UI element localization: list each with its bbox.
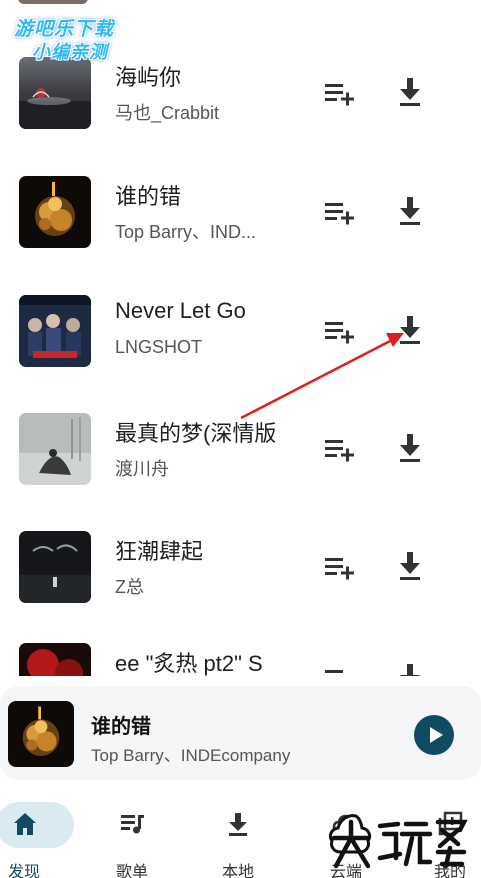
nav-label: 歌单: [115, 864, 148, 878]
download-icon[interactable]: [395, 75, 425, 109]
album-cover: [19, 176, 91, 248]
nav-label: 云端: [329, 864, 362, 878]
add-to-queue-icon[interactable]: [322, 79, 358, 109]
song-title: ee "炙热 pt2" S: [115, 651, 263, 676]
song-row[interactable]: Never Let Go LNGSHOT: [0, 295, 481, 413]
song-row[interactable]: ee "炙热 pt2" S: [0, 643, 481, 676]
song-title: 最真的梦(深情版: [115, 421, 277, 446]
bottom-navigation: 发现 歌单 本地 云端 我的: [0, 790, 481, 878]
now-playing-bar[interactable]: 谁的错 Top Barry、INDEcompany: [0, 686, 481, 780]
home-icon: [14, 813, 36, 835]
nav-label: 本地: [221, 864, 254, 878]
now-playing-cover: [8, 701, 74, 767]
song-row[interactable]: 最真的梦(深情版 渡川舟: [0, 413, 481, 531]
playlist-icon: [121, 815, 144, 834]
song-title: Never Let Go: [115, 298, 246, 323]
nav-label: 发现: [7, 864, 40, 878]
add-to-queue-icon[interactable]: [322, 665, 358, 676]
add-to-queue-icon[interactable]: [322, 435, 358, 465]
nav-tab-discover[interactable]: 发现: [0, 800, 80, 878]
play-button[interactable]: [414, 715, 454, 755]
play-icon: [430, 727, 443, 743]
song-title: 海屿你: [115, 65, 182, 90]
download-icon[interactable]: [395, 661, 425, 676]
song-artist: Top Barry、IND...: [115, 222, 257, 242]
now-playing-title: 谁的错: [91, 716, 151, 738]
add-to-queue-icon[interactable]: [322, 198, 358, 228]
nav-tab-playlists[interactable]: 歌单: [92, 800, 172, 878]
download-icon: [229, 813, 247, 836]
add-to-queue-icon[interactable]: [322, 553, 358, 583]
nav-label: 我的: [433, 864, 466, 878]
song-title: 狂潮肆起: [115, 539, 204, 564]
nav-tab-mine[interactable]: 我的: [410, 800, 481, 878]
song-artist: LNGSHOT: [115, 337, 203, 357]
album-cover: [19, 531, 91, 603]
now-playing-artist: Top Barry、INDEcompany: [91, 746, 291, 765]
song-artist: Z总: [115, 577, 144, 597]
nav-tab-local[interactable]: 本地: [198, 800, 278, 878]
download-icon[interactable]: [395, 313, 425, 347]
song-title: 谁的错: [115, 184, 182, 209]
song-row[interactable]: 狂潮肆起 Z总: [0, 531, 481, 649]
song-artist: 马也_Crabbit: [115, 103, 220, 123]
add-to-queue-icon[interactable]: [322, 317, 358, 347]
download-icon[interactable]: [395, 549, 425, 583]
nav-tab-cloud[interactable]: 云端: [306, 800, 386, 878]
library-icon: [438, 811, 463, 836]
download-icon[interactable]: [395, 431, 425, 465]
song-list[interactable]: 海屿你 马也_Crabbit 谁的错 Top Barry、IND... Neve…: [0, 0, 481, 676]
album-cover: [19, 413, 91, 485]
album-cover: [19, 57, 91, 129]
download-icon[interactable]: [395, 194, 425, 228]
song-artist: 渡川舟: [115, 459, 169, 479]
song-row[interactable]: 谁的错 Top Barry、IND...: [0, 176, 481, 294]
album-cover: [19, 643, 91, 676]
song-row[interactable]: 海屿你 马也_Crabbit: [0, 57, 481, 175]
cloud-icon: [332, 814, 360, 834]
album-cover: [19, 295, 91, 367]
